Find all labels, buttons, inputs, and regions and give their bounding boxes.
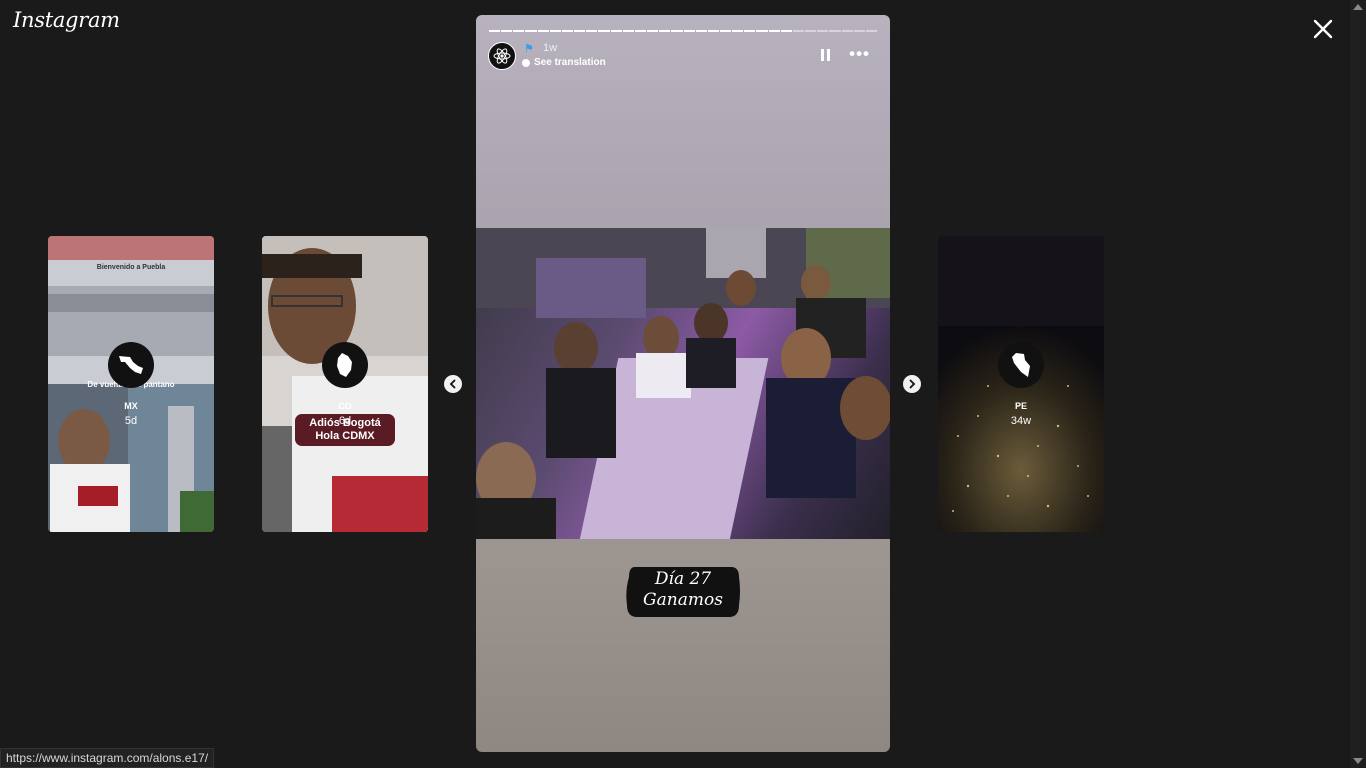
progress-segment xyxy=(841,30,853,32)
progress-segment xyxy=(549,30,561,32)
progress-segment xyxy=(634,30,647,32)
progress-segment xyxy=(719,30,732,32)
avatar xyxy=(322,342,368,388)
progress-segment xyxy=(683,30,695,32)
story-time: 5d xyxy=(124,415,138,427)
progress-segment xyxy=(865,30,877,32)
story-preview-co[interactable]: Adiós Bogotá Hola CDMX CO 6d xyxy=(262,236,428,532)
avatar[interactable] xyxy=(488,42,516,70)
progress-segment xyxy=(780,30,792,32)
progress-segment xyxy=(853,30,865,32)
story-photo xyxy=(476,228,890,539)
story-header: ⚑ 1w See translation ••• xyxy=(488,42,878,72)
scroll-up-icon[interactable] xyxy=(1353,4,1363,10)
progress-segment xyxy=(513,30,525,32)
close-icon[interactable] xyxy=(1311,17,1335,41)
progress-segment xyxy=(561,30,574,32)
progress-segment xyxy=(574,30,586,32)
progress-segment xyxy=(707,30,719,32)
more-options-button[interactable]: ••• xyxy=(849,45,870,62)
mexico-map-icon xyxy=(119,356,143,374)
progress-segment xyxy=(829,30,841,32)
previous-story-button[interactable] xyxy=(444,375,462,393)
status-bar-url: https://www.instagram.com/alons.e17/ xyxy=(0,748,215,768)
story-caption-line2: Hola CDMX xyxy=(315,430,375,442)
atom-icon xyxy=(493,48,511,64)
sticker-line2: Ganamos xyxy=(643,590,723,610)
peru-map-icon xyxy=(1012,353,1030,377)
progress-segment xyxy=(525,30,537,32)
progress-segment xyxy=(598,30,610,32)
progress-segment xyxy=(647,30,659,32)
story-time: 6d xyxy=(338,415,352,427)
story-username: CO xyxy=(338,401,352,411)
story-top-text: Bienvenido a Puebla xyxy=(96,264,166,271)
pause-icon xyxy=(821,49,824,61)
progress-segment xyxy=(695,30,707,32)
progress-segment xyxy=(732,30,744,32)
instagram-logo[interactable]: Instagram xyxy=(13,8,120,32)
avatar xyxy=(108,342,154,388)
progress-segment xyxy=(659,30,671,32)
progress-segment xyxy=(792,30,805,32)
story-preview-mx[interactable]: Bienvenido a Puebla De vuelta a mi panta… xyxy=(48,236,214,532)
story-username: MX xyxy=(124,401,138,411)
text-sticker: Día 27 Ganamos xyxy=(625,563,741,619)
progress-segment xyxy=(744,30,756,32)
active-story[interactable]: ⚑ 1w See translation ••• Día 27 Ganamos xyxy=(476,15,890,752)
story-progress-bar xyxy=(489,30,877,32)
progress-segment xyxy=(501,30,513,32)
story-username: PE xyxy=(1014,401,1027,411)
progress-segment xyxy=(768,30,780,32)
progress-segment xyxy=(622,30,634,32)
chevron-right-icon xyxy=(909,379,916,389)
see-translation-label: See translation xyxy=(534,57,606,68)
progress-segment xyxy=(586,30,598,32)
avatar xyxy=(998,342,1044,388)
story-time: 1w xyxy=(543,42,558,54)
translate-icon xyxy=(522,58,530,67)
chevron-left-icon xyxy=(449,379,456,389)
vertical-scrollbar[interactable] xyxy=(1350,0,1366,768)
next-story-button[interactable] xyxy=(903,375,921,393)
progress-segment xyxy=(817,30,829,32)
progress-segment xyxy=(671,30,683,32)
progress-segment xyxy=(610,30,622,32)
see-translation-link[interactable]: See translation xyxy=(522,57,606,68)
progress-segment xyxy=(489,30,501,32)
colombia-map-icon xyxy=(337,353,352,377)
progress-segment xyxy=(537,30,549,32)
progress-segment xyxy=(805,30,817,32)
sticker-line1: Día 27 xyxy=(654,569,712,589)
story-preview-pe[interactable]: PE 34w xyxy=(938,236,1104,532)
story-time: 34w xyxy=(1010,415,1032,427)
flag-icon: ⚑ xyxy=(524,43,534,55)
progress-segment xyxy=(756,30,768,32)
scroll-down-icon[interactable] xyxy=(1353,758,1363,764)
pause-button[interactable] xyxy=(820,49,832,63)
